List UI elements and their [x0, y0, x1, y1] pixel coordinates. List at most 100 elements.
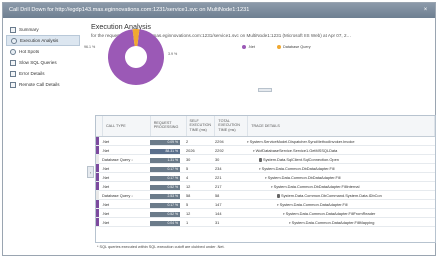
call-type-label: .Net [102, 148, 110, 153]
execution-analysis-icon [11, 37, 17, 44]
close-icon[interactable]: × [420, 5, 431, 16]
pie-label-db: 3.9 % [168, 52, 178, 56]
sidebar-item-label: Slow SQL Queries [19, 60, 57, 65]
cell-call-type: .Net [99, 137, 147, 145]
cell-total-time: 144 [215, 211, 222, 216]
trace-method-name: System.Data.SqlClient.SqlConnection.Open [263, 157, 339, 162]
cell-self-time: 1 [186, 220, 189, 225]
panel-splitter-handle[interactable] [258, 88, 272, 92]
pie-chart-svg [108, 29, 164, 85]
cell-request-processing: 88.31 % [147, 146, 183, 154]
cell-call-type: .Net [99, 146, 147, 154]
sidebar-item-label: Error Details [19, 71, 45, 76]
sidebar-item-label: Summary [19, 27, 39, 32]
cell-total-time: 221 [215, 175, 222, 180]
header-marker [96, 116, 103, 136]
table-row[interactable]: .Net 0.52 % 12 217 ▾System.Data.Common.DbDat… [96, 182, 435, 191]
pie-label-net: 96.1 % [84, 45, 96, 49]
trace-method-name: System.Data.Common.DbDataAdapter.Fill [261, 166, 335, 171]
expand-toggle-icon[interactable]: ▾ [247, 140, 249, 144]
cell-call-type: .Net [99, 218, 147, 226]
cell-call-type: .Net [99, 173, 147, 181]
header-trace-details[interactable]: TRACE DETAILS [248, 116, 436, 136]
cell-call-type: Database Query⌕ [99, 155, 147, 163]
call-type-label: .Net [102, 202, 110, 207]
legend-net-label: .Net [248, 45, 255, 49]
table-row[interactable]: .Net 88.31 % 2026 2292 ▾WcfDatabaseService.S… [96, 146, 435, 155]
cell-request-processing: 1.31 % [147, 155, 183, 163]
cell-call-type: Database Query⌕ [99, 191, 147, 199]
table-row[interactable]: Database Query⌕ 1.31 % 30 30 System.Data.Sql… [96, 155, 435, 164]
processing-percent-bar: 0.17 % [150, 167, 180, 172]
table-row[interactable]: .Net 0.52 % 12 144 ▾System.Data.Common.DataA… [96, 209, 435, 218]
header-self-time[interactable]: SELF EXECUTION TIME (ms) [187, 116, 216, 136]
table-row[interactable]: Database Query⌕ 2.53 % 58 58 System.Data.Com… [96, 191, 435, 200]
cell-trace-details: ▾WcfDatabaseService.Service1.GetMSSQLDat… [245, 146, 433, 154]
processing-percent-bar: 2.53 % [150, 194, 180, 199]
processing-percent-bar: 0.17 % [150, 203, 180, 208]
summary-icon [10, 26, 16, 33]
legend-db[interactable]: Database Query [277, 45, 311, 49]
cell-trace-details: System.Data.Common.DbCommand.System.Data… [245, 191, 433, 199]
cell-self-time: 5 [186, 166, 189, 171]
execution-pie-chart: 96.1 % 3.9 % .Net Database Query [62, 27, 322, 87]
expand-toggle-icon[interactable]: ▾ [271, 185, 273, 189]
cell-request-processing: 0.52 % [147, 182, 183, 190]
header-total-time[interactable]: TOTAL EXECUTION TIME (ms) [215, 116, 249, 136]
legend-db-label: Database Query [283, 45, 311, 49]
cell-total-time: 217 [215, 184, 222, 189]
processing-percent-bar: 1.31 % [150, 158, 180, 163]
trace-method-name: System.Data.Common.DbCommand.System.Data… [281, 193, 382, 198]
sidebar-item-label: Execution Analysis [20, 38, 59, 43]
cell-self-time: 2026 [186, 148, 195, 153]
trace-method-name: System.Data.Common.DataAdapter.FillFromR… [285, 211, 376, 216]
processing-percent-bar: 0.52 % [150, 185, 180, 190]
cell-call-type: .Net [99, 209, 147, 217]
expand-toggle-icon[interactable]: ▾ [265, 176, 267, 180]
expand-toggle-icon[interactable]: ▾ [277, 203, 279, 207]
hot-spots-icon [10, 48, 16, 55]
error-details-icon [10, 70, 16, 77]
cell-call-type: .Net [99, 182, 147, 190]
database-icon [259, 157, 262, 162]
cell-total-time: 2292 [215, 148, 224, 153]
cell-trace-details: ▾System.Data.Common.DbDataAdapter.FillIn… [245, 182, 433, 190]
expand-toggle-icon[interactable]: ▾ [253, 149, 255, 153]
expand-toggle-icon[interactable]: ▾ [259, 167, 261, 171]
legend-net[interactable]: .Net [242, 45, 255, 49]
table-row[interactable]: .Net 0.17 % 4 221 ▾System.Data.Common.DbData… [96, 173, 435, 182]
cell-trace-details: ▾System.ServiceModel.Dispatcher.SyncMeth… [245, 137, 433, 145]
trace-method-name: System.Data.Common.DataAdapter.FillMappi… [291, 220, 375, 225]
call-type-label: .Net [102, 184, 110, 189]
processing-percent-bar: 0.52 % [150, 212, 180, 217]
header-call-type[interactable]: CALL TYPE [103, 116, 151, 136]
cell-trace-details: ▾System.Data.Common.DbDataAdapter.Fill [245, 164, 433, 172]
table-body: .Net 0.09 % 2 2294 ▾System.ServiceModel.Disp… [96, 137, 435, 227]
table-row[interactable]: .Net 0.17 % 5 234 ▾System.Data.Common.DbData… [96, 164, 435, 173]
legend-db-swatch [277, 45, 281, 49]
cell-self-time: 12 [186, 211, 191, 216]
table-header: CALL TYPE REQUEST PROCESSING SELF EXECUT… [96, 116, 436, 137]
cell-self-time: 5 [186, 202, 189, 207]
header-request-processing[interactable]: REQUEST PROCESSING [151, 116, 187, 136]
cell-trace-details: ▾System.Data.Common.DataAdapter.Fill [245, 200, 433, 208]
magnifier-icon[interactable]: ⌕ [131, 158, 133, 162]
processing-percent-bar: 0.09 % [150, 140, 180, 145]
cell-self-time: 30 [186, 157, 191, 162]
collapse-left-icon[interactable]: ‹ [87, 166, 94, 178]
processing-percent-bar: 0.17 % [150, 176, 180, 181]
magnifier-icon[interactable]: ⌕ [131, 194, 133, 198]
database-icon [277, 193, 280, 198]
cell-request-processing: 0.04 % [147, 218, 183, 226]
table-row[interactable]: .Net 0.04 % 1 31 ▾System.Data.Common.DataAda… [96, 218, 435, 227]
table-row[interactable]: .Net 0.09 % 2 2294 ▾System.ServiceModel.Disp… [96, 137, 435, 146]
call-type-label: .Net [102, 220, 110, 225]
cell-total-time: 31 [215, 220, 220, 225]
cell-trace-details: ▾System.Data.Common.DataAdapter.FillMapp… [245, 218, 433, 226]
cell-trace-details: ▾System.Data.Common.DataAdapter.FillFrom… [245, 209, 433, 217]
remote-call-icon [10, 81, 16, 88]
processing-percent-bar: 0.04 % [150, 221, 180, 226]
table-row[interactable]: .Net 0.17 % 5 147 ▾System.Data.Common.DataAd… [96, 200, 435, 209]
expand-toggle-icon[interactable]: ▾ [283, 212, 285, 216]
expand-toggle-icon[interactable]: ▾ [289, 221, 291, 225]
